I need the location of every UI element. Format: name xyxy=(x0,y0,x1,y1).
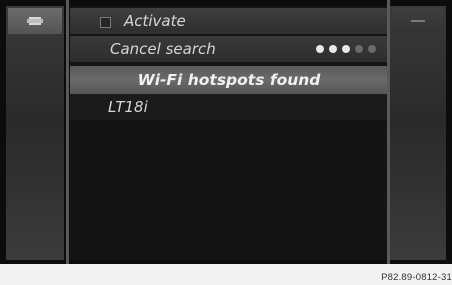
back-icon xyxy=(27,17,43,25)
hotspots-header: Wi-Fi hotspots found xyxy=(70,66,388,94)
wifi-menu: Activate Cancel search Wi-Fi hotspots fo… xyxy=(70,6,388,260)
hotspots-header-label: Wi-Fi hotspots found xyxy=(137,71,321,89)
figure-reference-caption: P82.89-0812-31 xyxy=(381,272,452,283)
progress-dot xyxy=(368,45,376,53)
back-button[interactable] xyxy=(8,8,62,34)
activate-checkbox[interactable] xyxy=(100,17,111,28)
cancel-search-row[interactable]: Cancel search xyxy=(70,36,388,62)
search-progress-indicator xyxy=(316,45,376,53)
network-item[interactable]: LT18i xyxy=(70,94,388,120)
progress-dot xyxy=(342,45,350,53)
progress-dot xyxy=(316,45,324,53)
left-divider xyxy=(66,0,69,264)
network-name: LT18i xyxy=(108,98,148,116)
activate-row[interactable]: Activate xyxy=(70,8,388,34)
cancel-search-label: Cancel search xyxy=(110,40,216,58)
right-side-panel xyxy=(390,6,446,260)
activate-label: Activate xyxy=(124,12,186,30)
menu-icon xyxy=(411,20,425,22)
menu-button[interactable] xyxy=(392,8,444,34)
progress-dot xyxy=(329,45,337,53)
infotainment-screen: Activate Cancel search Wi-Fi hotspots fo… xyxy=(0,0,452,264)
progress-dot xyxy=(355,45,363,53)
left-side-panel xyxy=(6,6,64,260)
